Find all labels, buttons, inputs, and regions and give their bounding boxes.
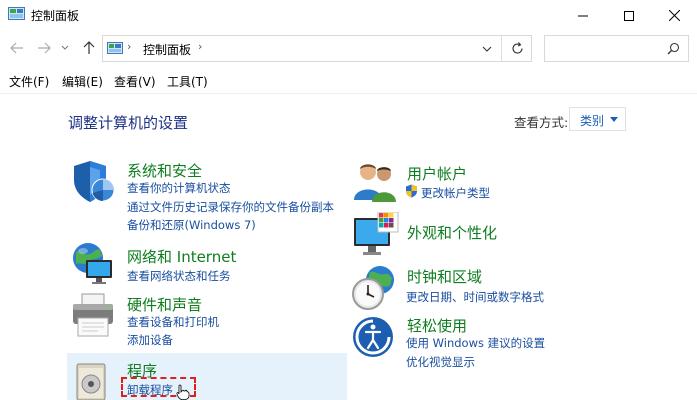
- users-icon[interactable]: [352, 160, 404, 212]
- refresh-button[interactable]: [503, 36, 531, 61]
- address-path[interactable]: 控制面板: [143, 41, 191, 58]
- chevron-right-icon[interactable]: ›: [198, 40, 202, 53]
- menu-tools[interactable]: 工具(T): [167, 73, 208, 90]
- category-title[interactable]: 硬件和声音: [127, 294, 202, 315]
- hand-cursor-icon: [176, 384, 190, 400]
- category-title[interactable]: 网络和 Internet: [127, 246, 236, 267]
- category-title[interactable]: 时钟和区域: [407, 266, 482, 287]
- category-link[interactable]: 备份和还原(Windows 7): [127, 217, 256, 233]
- minimize-button[interactable]: [560, 0, 606, 31]
- category-link[interactable]: 通过文件历史记录保存你的文件备份副本: [127, 199, 334, 215]
- category-link[interactable]: 查看你的计算机状态: [127, 180, 231, 196]
- search-input[interactable]: [544, 35, 689, 62]
- menu-edit[interactable]: 编辑(E): [62, 73, 103, 90]
- title-bar: 控制面板: [0, 0, 697, 31]
- category-link[interactable]: 更改日期、时间或数字格式: [406, 289, 544, 305]
- caret-down-icon[interactable]: [610, 117, 618, 122]
- window-title: 控制面板: [31, 9, 80, 23]
- ease-of-access-icon[interactable]: [352, 316, 404, 368]
- menu-file[interactable]: 文件(F): [9, 73, 49, 90]
- monitor-palette-icon[interactable]: [352, 211, 404, 264]
- main-content: 调整计算机的设置 查看方式: 类别 系统和安全 查看你的计算机状态 通过文件历史…: [0, 94, 697, 400]
- category-link[interactable]: 查看网络状态和任务: [127, 268, 231, 284]
- printer-icon[interactable]: [70, 292, 122, 344]
- divider: [501, 36, 502, 61]
- menu-bar: 文件(F) 编辑(E) 查看(V) 工具(T): [0, 70, 697, 92]
- category-link[interactable]: 优化视觉显示: [406, 354, 475, 370]
- back-button[interactable]: [6, 37, 28, 59]
- page-title: 调整计算机的设置: [68, 114, 189, 132]
- maximize-button[interactable]: [606, 0, 652, 31]
- uac-shield-icon: [405, 184, 418, 201]
- programs-icon[interactable]: [75, 360, 127, 400]
- address-dropdown-button[interactable]: [475, 36, 499, 61]
- view-by-value[interactable]: 类别: [580, 112, 604, 129]
- view-by-select[interactable]: 类别: [569, 107, 626, 131]
- category-title[interactable]: 用户帐户: [407, 163, 467, 184]
- category-title[interactable]: 系统和安全: [127, 160, 202, 181]
- menu-view[interactable]: 查看(V): [114, 73, 156, 90]
- forward-button[interactable]: [33, 37, 55, 59]
- category-link[interactable]: 更改帐户类型: [421, 185, 490, 201]
- address-bar[interactable]: › 控制面板 ›: [102, 35, 532, 62]
- category-title[interactable]: 轻松使用: [407, 315, 467, 336]
- category-link[interactable]: 使用 Windows 建议的设置: [406, 335, 545, 351]
- chevron-right-icon[interactable]: ›: [127, 40, 131, 53]
- up-button[interactable]: [78, 37, 100, 59]
- control-panel-icon: [8, 7, 25, 21]
- recent-locations-button[interactable]: [58, 37, 72, 59]
- network-globe-icon[interactable]: [70, 240, 122, 292]
- category-title[interactable]: 外观和个性化: [407, 222, 497, 243]
- clock-globe-icon[interactable]: [350, 264, 402, 316]
- control-panel-icon: [107, 42, 123, 55]
- search-icon[interactable]: [667, 42, 680, 58]
- navigation-bar: › 控制面板 ›: [0, 31, 697, 67]
- close-button[interactable]: [651, 0, 697, 31]
- category-link[interactable]: 添加设备: [127, 332, 173, 348]
- view-by-label: 查看方式:: [514, 115, 569, 130]
- category-link[interactable]: 查看设备和打印机: [127, 314, 219, 330]
- shield-icon[interactable]: [70, 158, 122, 210]
